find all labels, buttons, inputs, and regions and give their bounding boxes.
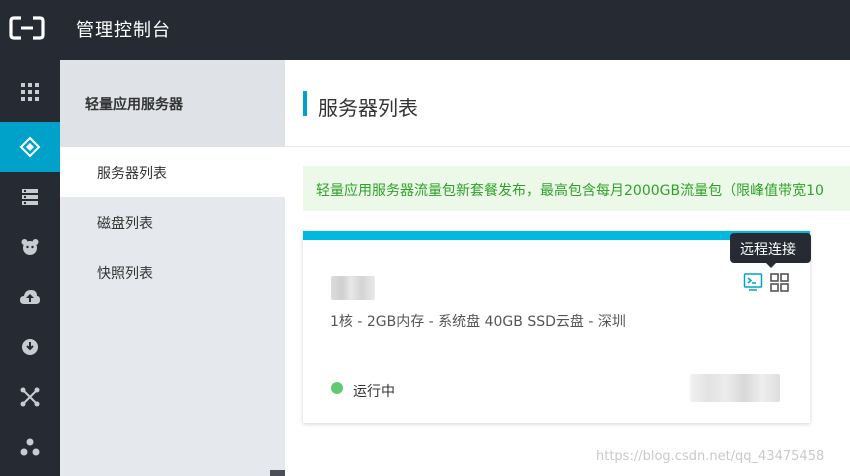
title-accent-bar — [303, 91, 307, 116]
watermark: https://blog.csdn.net/qq_43475458 — [596, 449, 825, 464]
rail-item-cloud-download[interactable] — [0, 322, 60, 372]
network-nodes-icon — [20, 387, 40, 407]
light-server-icon — [19, 136, 41, 158]
server-status: 运行中 — [353, 384, 395, 400]
subnav-item-label: 磁盘列表 — [97, 216, 153, 232]
main-content: 服务器列表 轻量应用服务器流量包新套餐发布，最高包含每月2000GB流量包（限峰… — [285, 60, 850, 476]
cloud-download-icon — [22, 339, 38, 355]
rail-item-light-server[interactable] — [0, 122, 60, 172]
server-ip-redacted — [690, 374, 780, 402]
page-header: 服务器列表 — [285, 60, 850, 147]
server-list-icon — [22, 189, 38, 205]
rail-item-bear[interactable] — [0, 222, 60, 272]
remote-connect-tooltip: 远程连接 — [730, 233, 811, 268]
server-card[interactable]: 1核 - 2GB内存 - 系统盘 40GB SSD云盘 - 深圳 运行中 远程连… — [303, 231, 811, 423]
promo-notice-text[interactable]: 轻量应用服务器流量包新套餐发布，最高包含每月2000GB流量包（限峰值带宽10 — [316, 180, 824, 200]
page-title: 服务器列表 — [318, 96, 418, 120]
rail-item-cluster[interactable] — [0, 422, 60, 472]
promo-notice: 轻量应用服务器流量包新套餐发布，最高包含每月2000GB流量包（限峰值带宽10 — [303, 166, 850, 211]
app-grid-icon[interactable] — [770, 273, 789, 292]
subnav-item-label: 服务器列表 — [97, 166, 167, 182]
subnav-title: 轻量应用服务器 — [85, 97, 183, 113]
status-dot-icon — [331, 382, 343, 394]
server-specs: 1核 - 2GB内存 - 系统盘 40GB SSD云盘 - 深圳 — [330, 314, 626, 330]
subnav-header: 轻量应用服务器 — [60, 60, 285, 147]
secondary-sidebar: 轻量应用服务器 服务器列表 磁盘列表 快照列表 — [60, 60, 285, 476]
tooltip-arrow — [766, 263, 776, 268]
icon-rail — [0, 60, 60, 476]
console-title[interactable]: 管理控制台 — [76, 16, 171, 42]
terminal-icon[interactable] — [743, 272, 763, 292]
rail-item-network[interactable] — [0, 372, 60, 422]
subnav-item-label: 快照列表 — [97, 266, 153, 282]
rail-item-servers[interactable] — [0, 172, 60, 222]
rail-item-cloud-upload[interactable] — [0, 272, 60, 322]
cloud-upload-icon — [20, 290, 40, 304]
cluster-icon — [20, 438, 40, 456]
tooltip-text: 远程连接 — [740, 242, 796, 258]
subnav-item-disk-list[interactable]: 磁盘列表 — [60, 197, 285, 247]
top-bar: 管理控制台 — [0, 0, 850, 60]
rail-item-products[interactable] — [0, 67, 60, 117]
server-name-redacted — [331, 276, 375, 300]
grid-apps-icon — [21, 83, 39, 101]
subnav-item-snapshot-list[interactable]: 快照列表 — [60, 247, 285, 297]
aliyun-logo-icon[interactable] — [9, 16, 45, 40]
sidebar-collapse-handle[interactable] — [270, 470, 285, 476]
bear-paw-icon — [21, 239, 39, 255]
subnav-item-server-list[interactable]: 服务器列表 — [60, 147, 285, 197]
